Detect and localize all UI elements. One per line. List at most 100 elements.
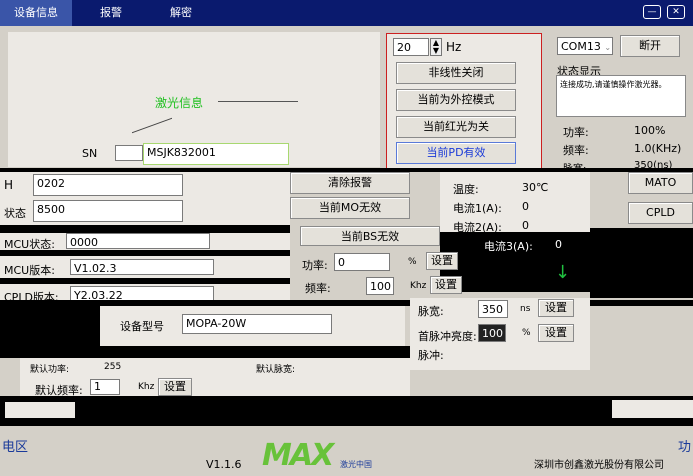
tab-alarm[interactable]: 报警 (86, 0, 136, 26)
default-freq-button[interactable]: 设置 (158, 378, 192, 396)
first-pulse-label: 首脉冲亮度: (418, 330, 477, 343)
default-width-label: 默认脉宽: (256, 365, 296, 375)
field-value: 0000 (70, 236, 98, 249)
temp-label: 温度: (453, 183, 479, 196)
tab-decrypt[interactable]: 解密 (156, 0, 206, 26)
button-label: 当前MO无效 (318, 201, 382, 214)
bs-invalid-button[interactable]: 当前BS无效 (300, 226, 440, 246)
field-h-label: H (4, 178, 14, 192)
button-label: 设置 (431, 254, 453, 267)
arrow-down-icon: ↓ (555, 262, 571, 283)
default-power-label: 默认功率: (30, 365, 70, 375)
close-icon[interactable]: ✕ (667, 5, 685, 19)
field-value: 0202 (37, 177, 65, 190)
current1-label: 电流1(A): (453, 202, 502, 215)
status-message: 连接成功,请谨慎操作激光器。 (560, 80, 667, 89)
logo-subtitle: 激光中国 (340, 460, 372, 469)
first-pulse-button[interactable]: 设置 (538, 324, 574, 342)
field-mcu-version-input[interactable]: V1.02.3 (70, 259, 214, 275)
freq-set-unit: Khz (410, 281, 427, 291)
button-label: MATO (644, 176, 677, 189)
field-value: 1 (94, 380, 101, 393)
glitch-band (0, 346, 410, 358)
glitch-block (590, 228, 693, 298)
pulse-set-label: 脉宽: (418, 305, 444, 318)
current3-value: 0 (555, 238, 562, 251)
power-set-input[interactable]: 0 (334, 253, 390, 271)
button-label: 当前PD有效 (426, 146, 486, 159)
sn-field[interactable]: MSJK832001 (143, 143, 289, 165)
field-value: 350 (482, 303, 503, 316)
red-light-button[interactable]: 当前红光为关 (396, 116, 516, 138)
field-mcu-status-input[interactable]: 0000 (66, 233, 210, 249)
glitch-panel (612, 400, 693, 418)
button-label: 断开 (639, 39, 661, 52)
default-freq-unit: Khz (138, 382, 155, 392)
spin-arrows-icon[interactable]: ▲ ▼ (430, 38, 442, 56)
default-freq-input[interactable]: 1 (90, 379, 120, 395)
button-label: 当前BS无效 (340, 230, 400, 243)
sn-label: SN (82, 147, 98, 160)
tab-label: 报警 (100, 6, 122, 19)
mato-button[interactable]: MATO (628, 172, 693, 194)
port-select[interactable]: COM13 ⌄ (557, 37, 613, 55)
field-status-input[interactable]: 8500 (33, 200, 183, 222)
divider (218, 101, 298, 102)
glitch-band (0, 225, 290, 233)
disconnect-button[interactable]: 断开 (620, 35, 680, 57)
mo-invalid-button[interactable]: 当前MO无效 (290, 197, 410, 219)
glitch-panel (5, 402, 75, 418)
field-value: 8500 (37, 203, 65, 216)
freq-set-input[interactable]: 100 (366, 277, 394, 295)
field-status-label: 状态 (4, 207, 26, 220)
clear-alarm-button[interactable]: 清除报警 (290, 172, 410, 194)
model-input[interactable]: MOPA-20W (182, 314, 332, 334)
button-label: 清除报警 (328, 176, 372, 189)
button-label: 设置 (164, 380, 186, 393)
button-label: 当前红光为关 (423, 120, 489, 133)
power-readout-label: 功率: (563, 126, 589, 139)
glitch-band (0, 278, 290, 284)
field-value: 100 (370, 280, 391, 293)
freq-set-label: 频率: (305, 282, 331, 295)
button-label: 设置 (545, 301, 567, 314)
field-h-input[interactable]: 0202 (33, 174, 183, 196)
status-box: 连接成功,请谨慎操作激光器。 (556, 75, 686, 117)
nonlinear-button[interactable]: 非线性关闭 (396, 62, 516, 84)
field-value: MOPA-20W (186, 317, 247, 330)
button-label: 当前为外控模式 (417, 93, 495, 106)
sn-prefix-field[interactable] (115, 145, 143, 161)
cpld-button[interactable]: CPLD (628, 202, 693, 224)
field-mcu-version-label: MCU版本: (4, 264, 55, 277)
glitch-band (0, 250, 290, 256)
company-name: 深圳市创鑫激光股份有限公司 (534, 460, 664, 471)
field-value: V1.02.3 (74, 262, 117, 275)
tab-device-info[interactable]: 设备信息 (0, 0, 72, 26)
button-label: 设置 (435, 278, 457, 291)
first-pulse-input[interactable]: 100 (478, 324, 506, 342)
current3-label: 电流3(A): (484, 240, 533, 253)
tab-label: 设备信息 (14, 6, 58, 19)
max-logo: MAX (262, 438, 334, 473)
button-label: 设置 (545, 326, 567, 339)
field-value: 100 (482, 327, 503, 340)
first-pulse-unit: % (522, 328, 531, 338)
freq-readout-label: 频率: (563, 144, 589, 157)
power-set-label: 功率: (302, 259, 328, 272)
sn-value: MSJK832001 (147, 146, 216, 159)
pulse-extra-label: 脉冲: (418, 349, 444, 362)
current2-value: 0 (522, 219, 529, 232)
chevron-down-icon: ⌄ (604, 43, 612, 52)
freq-set-button[interactable]: 设置 (430, 276, 462, 294)
external-control-button[interactable]: 当前为外控模式 (396, 89, 516, 111)
pulse-set-button[interactable]: 设置 (538, 299, 574, 317)
power-set-button[interactable]: 设置 (426, 252, 458, 270)
port-value: COM13 (561, 40, 601, 53)
pulse-set-input[interactable]: 350 (478, 300, 508, 318)
minimize-icon[interactable]: — (643, 5, 661, 19)
button-label: 非线性关闭 (428, 66, 484, 79)
pd-valid-button[interactable]: 当前PD有效 (396, 142, 516, 164)
freq-spin-input[interactable]: 20 (393, 38, 429, 56)
bottom-left-label: 电区 (2, 440, 29, 455)
model-label: 设备型号 (120, 320, 164, 333)
